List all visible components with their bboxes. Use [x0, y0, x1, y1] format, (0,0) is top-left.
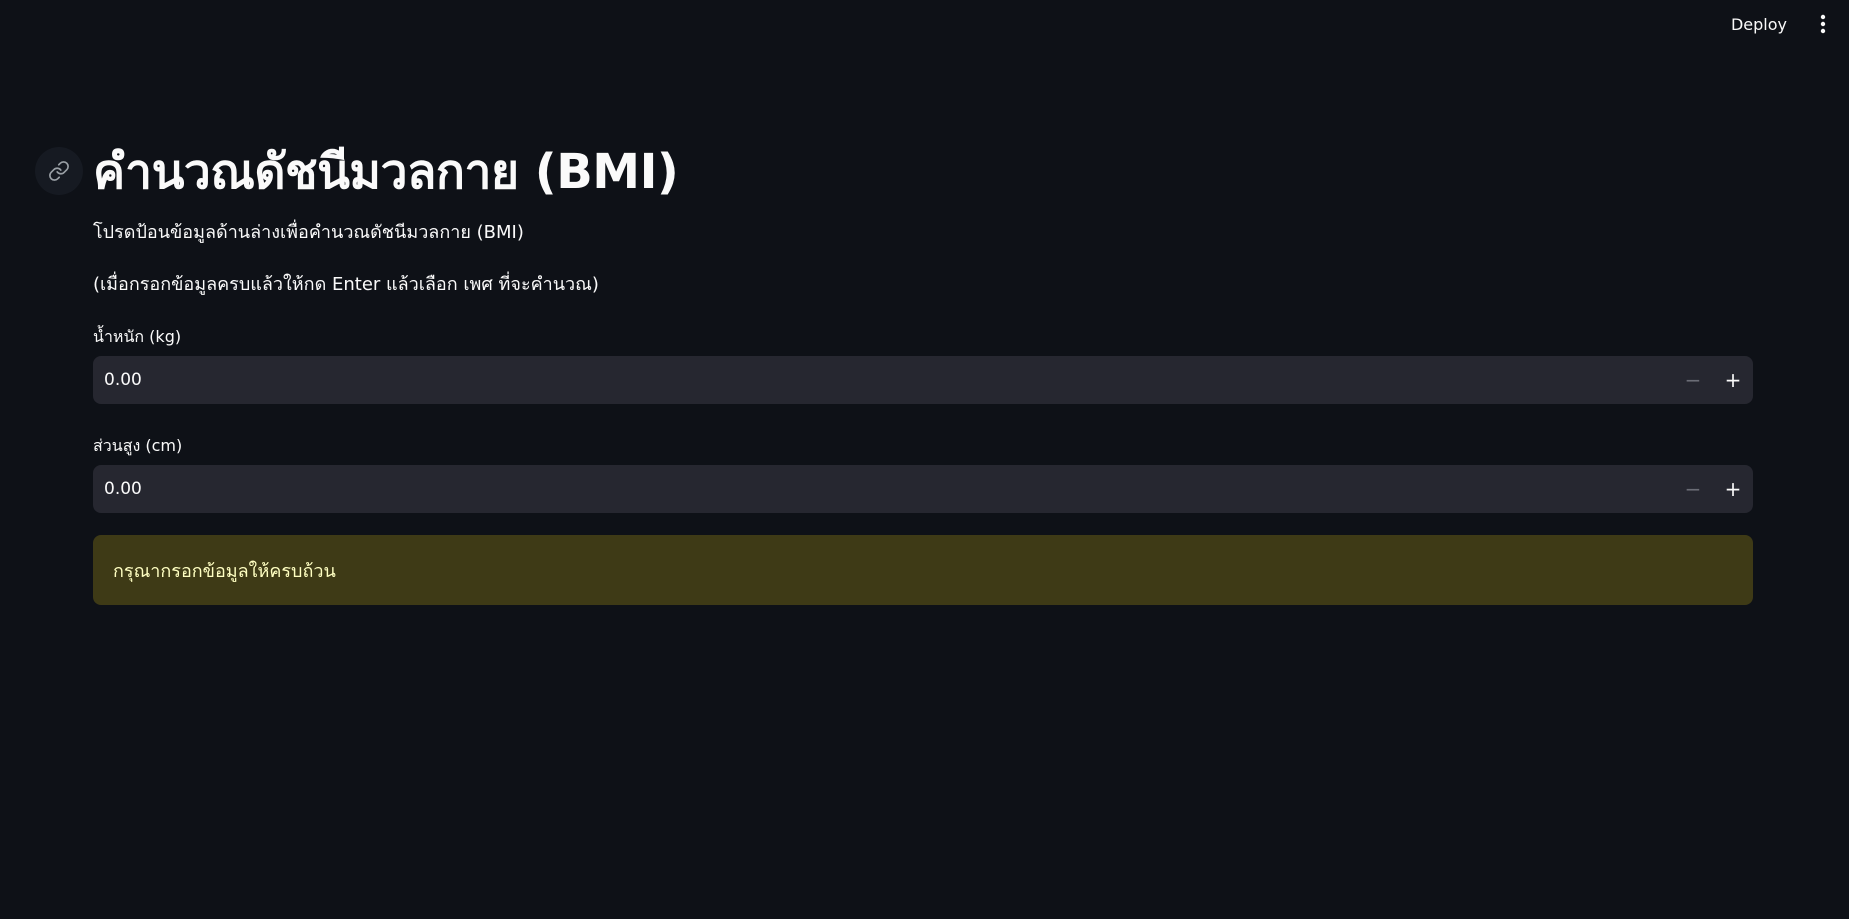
height-number-input: − + — [93, 465, 1753, 513]
height-increment-button[interactable]: + — [1713, 465, 1753, 513]
height-input[interactable] — [93, 465, 1673, 513]
weight-input[interactable] — [93, 356, 1673, 404]
warning-alert: กรุณากรอกข้อมูลให้ครบถ้วน — [93, 535, 1753, 605]
weight-label: น้ำหนัก (kg) — [93, 327, 182, 346]
deploy-button[interactable]: Deploy — [1719, 9, 1799, 40]
toolbar: Deploy — [1719, 0, 1849, 48]
height-label: ส่วนสูง (cm) — [93, 436, 183, 455]
weight-decrement-button[interactable]: − — [1673, 356, 1713, 404]
instruction-text: (เมื่อกรอกข้อมูลครบแล้วให้กด Enter แล้วเ… — [93, 274, 599, 295]
kebab-menu-icon[interactable] — [1811, 12, 1835, 36]
height-decrement-button[interactable]: − — [1673, 465, 1713, 513]
intro-text: โปรดป้อนข้อมูลด้านล่างเพื่อคำนวณดัชนีมวล… — [93, 222, 524, 243]
warning-message: กรุณากรอกข้อมูลให้ครบถ้วน — [113, 560, 336, 582]
link-icon[interactable] — [35, 147, 83, 195]
page-title: คำนวณดัชนีมวลกาย (BMI) — [93, 144, 679, 200]
main-content: คำนวณดัชนีมวลกาย (BMI) โปรดป้อนข้อมูลด้า… — [35, 140, 1753, 605]
weight-number-input: − + — [93, 356, 1753, 404]
weight-increment-button[interactable]: + — [1713, 356, 1753, 404]
